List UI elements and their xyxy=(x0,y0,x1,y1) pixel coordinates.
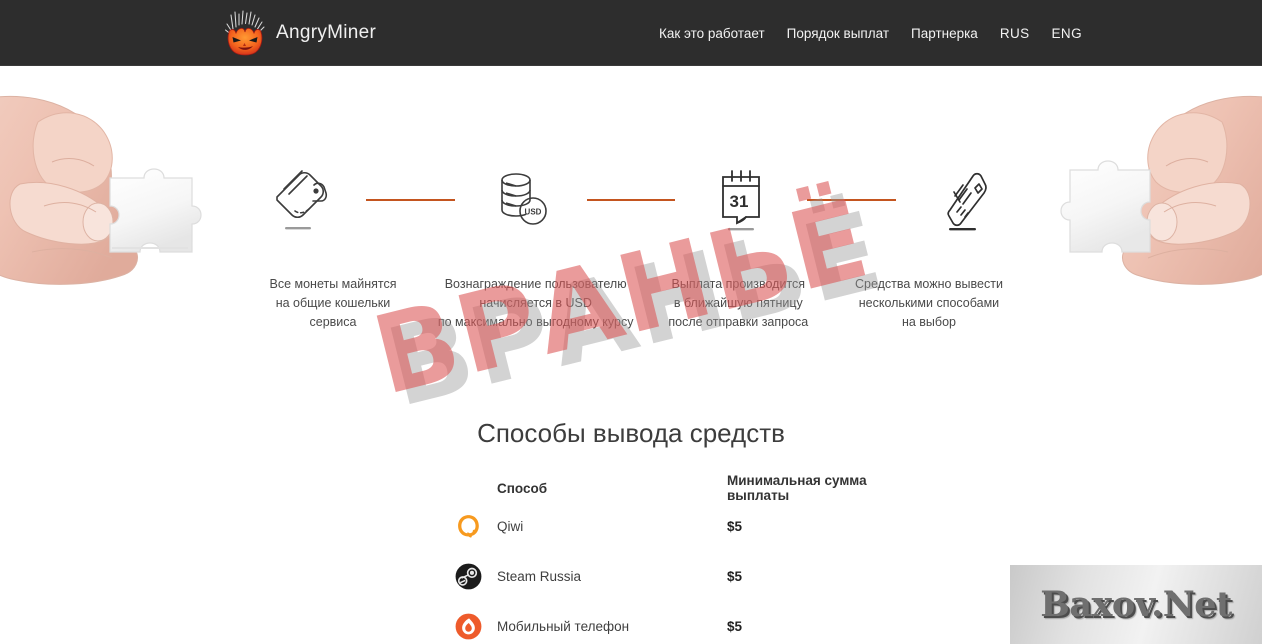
table-cell-amount: $5 xyxy=(727,518,743,534)
step-text-line: на общие кошельки xyxy=(275,296,391,310)
step-text-line: начисляется в USD xyxy=(479,296,592,310)
usd-coins-stack-icon: USD xyxy=(500,173,547,225)
table-row[interactable]: Steam Russia $5 xyxy=(455,551,875,601)
step-icon-cell-4 xyxy=(902,150,1022,250)
step-connector-1 xyxy=(366,199,455,201)
mobile-phone-icon xyxy=(455,613,482,639)
table-cell-method: Мобильный телефон xyxy=(497,618,630,634)
step-text-line: Средства можно вывести xyxy=(854,277,1003,291)
credit-card-icon xyxy=(947,172,987,231)
svg-text:31: 31 xyxy=(730,192,749,211)
step-text-line: после отправки запроса xyxy=(668,315,809,329)
angry-devil-miner-logo-icon xyxy=(224,10,265,56)
main-navigation: Как это работает Порядок выплат Партнерк… xyxy=(659,0,1082,66)
step-text-line: сервиса xyxy=(309,315,357,329)
step-text-line: Вознаграждение пользователю xyxy=(444,277,627,291)
hand-puzzle-image-left xyxy=(0,66,227,366)
step-connector-3 xyxy=(807,199,897,201)
table-cell-icon xyxy=(455,513,497,540)
nav-lang-rus[interactable]: RUS xyxy=(1000,26,1030,41)
step-text-1: Все монеты майнятся на общие кошельки се… xyxy=(240,275,426,332)
step-connector-2 xyxy=(586,199,676,201)
table-cell-method: Steam Russia xyxy=(497,568,582,584)
nav-affiliate[interactable]: Партнерка xyxy=(911,26,978,41)
step-texts-row: Все монеты майнятся на общие кошельки се… xyxy=(240,275,1022,332)
step-icons-row: USD 31 xyxy=(240,150,1022,250)
table-cell-amount: $5 xyxy=(727,618,743,634)
page-root: AngryMiner Как это работает Порядок выпл… xyxy=(0,0,1262,644)
nav-lang-eng[interactable]: ENG xyxy=(1052,26,1082,41)
how-it-works-steps: USD 31 Все монеты майнятся на общие коше… xyxy=(240,150,1022,350)
wallet-icon xyxy=(276,170,328,230)
step-text-line: Выплата производится xyxy=(671,277,806,291)
qiwi-icon xyxy=(458,514,479,538)
table-row[interactable]: Мобильный телефон $5 xyxy=(455,601,875,644)
page-title: Способы вывода средств xyxy=(477,418,785,448)
step-icon-cell-2: USD xyxy=(461,150,581,250)
table-row[interactable]: Qiwi $5 xyxy=(455,501,875,551)
table-cell-amount: $5 xyxy=(727,568,743,584)
withdraw-methods-table: Способ Минимальная сумма выплаты Qiwi $5 xyxy=(455,473,875,644)
step-text-line: по максимально выгодному курсу xyxy=(437,315,634,329)
watermark-brand-badge: Baxov.Net xyxy=(1010,565,1262,644)
nav-payout-order[interactable]: Порядок выплат xyxy=(787,26,889,41)
steam-icon xyxy=(455,563,482,589)
table-cell-icon xyxy=(455,613,497,640)
brand-name: AngryMiner xyxy=(276,22,377,43)
step-text-4: Средства можно вывести несколькими спосо… xyxy=(836,275,1022,332)
step-text-line: в ближайшую пятницу xyxy=(673,296,803,310)
step-icon-cell-1 xyxy=(240,150,360,250)
step-text-2: Вознаграждение пользователю начисляется … xyxy=(431,275,641,332)
hand-puzzle-image-right xyxy=(1053,66,1262,366)
brand-logo-link[interactable]: AngryMiner xyxy=(224,8,376,58)
table-header-method: Способ xyxy=(497,480,548,496)
step-text-line: Все монеты майнятся xyxy=(269,277,397,291)
step-text-line: несколькими способами xyxy=(858,296,1000,310)
svg-text:USD: USD xyxy=(524,208,541,217)
table-cell-icon xyxy=(455,563,497,590)
table-header-amount: Минимальная сумма выплаты xyxy=(727,473,867,503)
nav-how-it-works[interactable]: Как это работает xyxy=(659,26,765,41)
table-header-row: Способ Минимальная сумма выплаты xyxy=(455,473,875,503)
step-text-3: Выплата производится в ближайшую пятницу… xyxy=(645,275,831,332)
calendar-31-icon: 31 xyxy=(722,170,761,231)
watermark-brand-text: Baxov.Net xyxy=(1040,584,1232,625)
table-cell-method: Qiwi xyxy=(497,518,524,534)
step-icon-cell-3: 31 xyxy=(681,150,801,250)
step-text-line: на выбор xyxy=(901,315,956,329)
site-header: AngryMiner Как это работает Порядок выпл… xyxy=(0,0,1262,66)
